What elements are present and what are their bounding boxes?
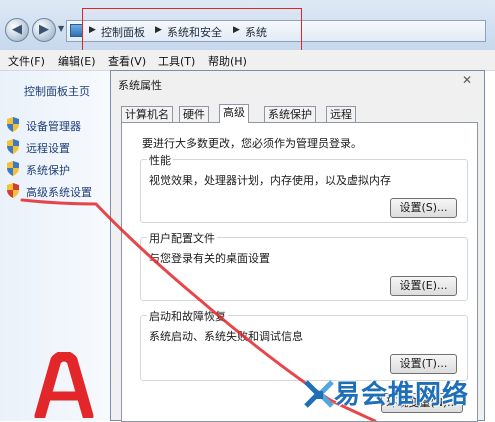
user-profile-settings-button[interactable]: 设置(E)...: [390, 276, 457, 296]
system-properties-dialog: 系统属性 ✕ 计算机名 硬件 高级 系统保护 远程 要进行大多数更改，您必须作为…: [110, 70, 485, 422]
performance-desc: 视觉效果，处理器计划，内存使用，以及虚拟内存: [149, 174, 391, 187]
close-icon[interactable]: ✕: [460, 73, 474, 87]
sidebar-item-label: 系统保护: [26, 164, 70, 177]
performance-title: 性能: [147, 152, 173, 168]
tab-remote[interactable]: 远程: [326, 106, 356, 122]
watermark-text: 易会推网络: [334, 380, 470, 410]
watermark-logo-icon: [304, 380, 334, 408]
tab-computer-name[interactable]: 计算机名: [121, 106, 173, 122]
sidebar-item-label: 远程设置: [26, 142, 70, 155]
startup-recovery-title: 启动和故障恢复: [147, 308, 228, 324]
tab-advanced[interactable]: 高级: [219, 104, 249, 123]
shield-icon: [6, 183, 20, 198]
navigation-bar: ◀ ▶ ▼ ▶ 控制面板 ▶ 系统和安全 ▶ 系统: [0, 0, 495, 58]
performance-group: 性能 视觉效果，处理器计划，内存使用，以及虚拟内存 设置(S)...: [140, 152, 468, 223]
dialog-title: 系统属性: [118, 79, 162, 92]
watermark: 易会推网络: [304, 372, 494, 416]
tab-hardware[interactable]: 硬件: [179, 106, 209, 122]
arrow-right-icon: ▶: [39, 22, 49, 37]
shield-icon: [6, 161, 20, 176]
menu-view[interactable]: 查看(V): [108, 53, 146, 69]
control-panel-home-link[interactable]: 控制面板主页: [24, 83, 90, 99]
admin-note: 要进行大多数更改，您必须作为管理员登录。: [142, 137, 362, 150]
shield-icon: [6, 117, 20, 132]
menu-edit[interactable]: 编辑(E): [58, 53, 96, 69]
user-profile-desc: 与您登录有关的桌面设置: [149, 252, 270, 265]
forward-button[interactable]: ▶: [32, 18, 56, 42]
shield-icon: [6, 139, 20, 154]
chevron-down-icon[interactable]: ▼: [58, 24, 64, 33]
menu-bar: 文件(F) 编辑(E) 查看(V) 工具(T) 帮助(H): [0, 50, 495, 71]
sidebar-item-label: 设备管理器: [26, 120, 81, 133]
performance-settings-button[interactable]: 设置(S)...: [390, 198, 457, 218]
back-button[interactable]: ◀: [5, 18, 29, 42]
user-profile-title: 用户配置文件: [147, 230, 217, 246]
menu-file[interactable]: 文件(F): [8, 53, 45, 69]
startup-recovery-desc: 系统启动、系统失败和调试信息: [149, 330, 303, 343]
menu-tools[interactable]: 工具(T): [158, 53, 195, 69]
annotation-letter-a: [34, 352, 94, 418]
sidebar-item-label: 高级系统设置: [26, 186, 92, 199]
arrow-left-icon: ◀: [12, 22, 22, 37]
user-profile-group: 用户配置文件 与您登录有关的桌面设置 设置(E)...: [140, 230, 468, 301]
tab-system-protection[interactable]: 系统保护: [264, 106, 316, 122]
menu-help[interactable]: 帮助(H): [208, 53, 247, 69]
startup-recovery-settings-button[interactable]: 设置(T)...: [390, 354, 457, 374]
